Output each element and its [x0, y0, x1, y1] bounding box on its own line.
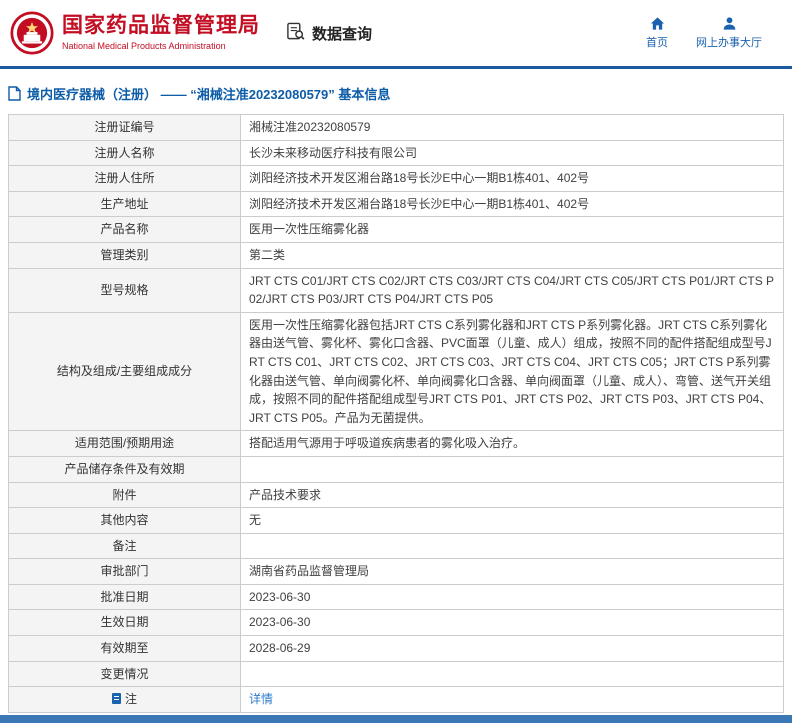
table-row: 产品名称 医用一次性压缩雾化器	[8, 216, 784, 243]
table-row: 生效日期 2023-06-30	[8, 609, 784, 637]
row-value: 无	[240, 507, 784, 534]
data-query-tab[interactable]: 数据查询	[286, 22, 372, 45]
table-row: 备注	[8, 532, 784, 560]
row-label: 生效日期	[8, 609, 241, 637]
org-name-en: National Medical Products Administration	[62, 41, 226, 52]
table-row: 适用范围/预期用途 搭配适用气源用于呼吸道疾病患者的雾化吸入治疗。	[8, 430, 784, 457]
table-row: 其他内容无	[8, 507, 784, 534]
table-row: 注册人名称 长沙未来移动医疗科技有限公司	[8, 139, 784, 167]
data-query-icon	[286, 22, 305, 45]
row-label: 产品储存条件及有效期	[8, 455, 241, 483]
row-label: 产品名称	[8, 216, 241, 243]
info-table-body: 注册证编号 湘械注准20232080579 注册人名称 长沙未来移动医疗科技有限公司注…	[8, 114, 784, 713]
table-row: 结构及组成/主要组成成分 医用一次性压缩雾化器包括JRT CTS C系列雾化器和J…	[8, 311, 784, 432]
top-nav: 首页 网上办事大厅	[646, 16, 762, 50]
table-row: 批准日期 2023-06-30	[8, 583, 784, 611]
row-value: 产品技术要求	[240, 481, 784, 509]
row-label: 注册人名称	[8, 139, 241, 167]
row-label: 型号规格	[8, 267, 241, 313]
detail-link[interactable]: 详情	[249, 692, 273, 706]
table-row: 注详情	[8, 686, 784, 713]
row-value: 湖南省药品监督管理局	[240, 558, 784, 585]
row-label: 注	[8, 686, 241, 713]
note-icon	[111, 693, 121, 705]
info-table: 注册证编号 湘械注准20232080579 注册人名称 长沙未来移动医疗科技有限公司注…	[8, 114, 784, 713]
row-value: 浏阳经济技术开发区湘台路18号长沙E中心一期B1栋401、402号	[240, 165, 784, 192]
row-label: 其他内容	[8, 507, 241, 534]
nmpa-emblem-logo	[10, 11, 54, 55]
table-row: 产品储存条件及有效期	[8, 455, 784, 483]
table-row: 有效期至 2028-06-29	[8, 635, 784, 662]
table-row: 变更情况	[8, 660, 784, 688]
table-row: 型号规格 JRT CTS C01/JRT CTS C02/JRT CTS C03/…	[8, 267, 784, 313]
brand-link[interactable]: 国家药品监督管理局 National Medical Products Admi…	[10, 11, 260, 55]
table-row: 注册证编号 湘械注准20232080579	[8, 114, 784, 141]
row-value: 2023-06-30	[240, 583, 784, 611]
row-label: 生产地址	[8, 190, 241, 218]
row-value: 湘械注准20232080579	[240, 114, 784, 141]
row-value	[240, 532, 784, 560]
row-label: 注册证编号	[8, 114, 241, 141]
nav-home-label: 首页	[646, 37, 668, 49]
row-value: 医用一次性压缩雾化器包括JRT CTS C系列雾化器和JRT CTS P系列雾化…	[240, 311, 784, 432]
row-value: 2028-06-29	[240, 635, 784, 662]
row-label: 批准日期	[8, 583, 241, 611]
row-label: 附件	[8, 481, 241, 509]
footer-bar	[0, 714, 792, 723]
row-label: 管理类别	[8, 241, 241, 269]
table-row: 注册人住所 浏阳经济技术开发区湘台路18号长沙E中心一期B1栋401、402号	[8, 165, 784, 192]
nav-home[interactable]: 首页	[646, 16, 668, 50]
table-row: 审批部门 湖南省药品监督管理局	[8, 558, 784, 585]
document-icon	[8, 86, 21, 101]
row-label: 有效期至	[8, 635, 241, 662]
brand-text: 国家药品监督管理局 National Medical Products Admi…	[62, 14, 260, 51]
row-label: 注册人住所	[8, 165, 241, 192]
row-label: 审批部门	[8, 558, 241, 585]
nav-service-hall-label: 网上办事大厅	[696, 37, 762, 49]
nav-service-hall[interactable]: 网上办事大厅	[696, 16, 762, 50]
row-value: JRT CTS C01/JRT CTS C02/JRT CTS C03/JRT …	[240, 267, 784, 313]
org-name-cn: 国家药品监督管理局	[62, 14, 260, 38]
table-row: 附件 产品技术要求	[8, 481, 784, 509]
row-value: 详情	[240, 686, 784, 713]
row-label: 适用范围/预期用途	[8, 430, 241, 457]
breadcrumb: 境内医疗器械（注册） —— “湘械注准20232080579” 基本信息	[0, 69, 792, 114]
row-value: 浏阳经济技术开发区湘台路18号长沙E中心一期B1栋401、402号	[240, 190, 784, 218]
row-value: 第二类	[240, 241, 784, 269]
breadcrumb-text: 境内医疗器械（注册） —— “湘械注准20232080579” 基本信息	[27, 87, 391, 102]
row-value: 搭配适用气源用于呼吸道疾病患者的雾化吸入治疗。	[240, 430, 784, 457]
row-value	[240, 660, 784, 688]
row-value: 长沙未来移动医疗科技有限公司	[240, 139, 784, 167]
table-row: 生产地址 浏阳经济技术开发区湘台路18号长沙E中心一期B1栋401、402号	[8, 190, 784, 218]
row-value	[240, 455, 784, 483]
home-icon	[650, 16, 665, 31]
row-value: 医用一次性压缩雾化器	[240, 216, 784, 243]
row-value: 2023-06-30	[240, 609, 784, 637]
row-label: 结构及组成/主要组成成分	[8, 311, 241, 432]
user-icon	[722, 16, 737, 31]
data-query-label: 数据查询	[312, 25, 373, 43]
row-label: 备注	[8, 532, 241, 560]
row-label: 变更情况	[8, 660, 241, 688]
site-header: 国家药品监督管理局 National Medical Products Admi…	[0, 0, 792, 66]
table-row: 管理类别 第二类	[8, 241, 784, 269]
